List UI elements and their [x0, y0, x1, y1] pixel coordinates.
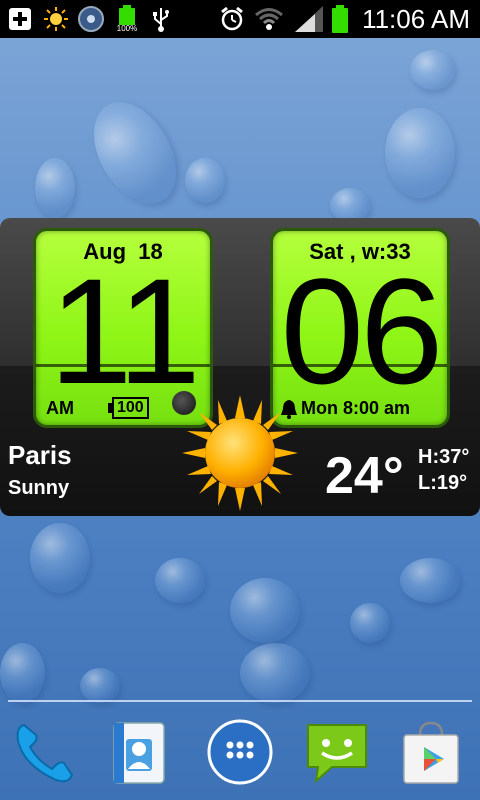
battery-level-label: 100 — [112, 397, 149, 419]
media-icon — [76, 5, 106, 33]
city-label: Paris — [8, 440, 72, 470]
battery-percent-label: 100% — [116, 24, 138, 33]
temperature-label: 24° — [325, 447, 404, 505]
flip-divider — [36, 364, 210, 367]
plus-notification-icon — [6, 5, 34, 33]
play-store-icon[interactable] — [394, 715, 468, 789]
sun-icon — [180, 393, 300, 513]
hour-digits: 11 — [49, 247, 201, 415]
flip-divider — [273, 364, 447, 367]
status-bar: 100% 11:06 AM — [0, 0, 480, 38]
low-temp-label: L:19° — [418, 472, 468, 494]
ampm-label: AM — [46, 398, 74, 418]
sun-notification-icon — [42, 5, 70, 33]
minute-digits: 06 — [280, 247, 444, 415]
alarm-label: Mon 8:00 am — [301, 398, 411, 418]
battery-full-icon: 100% — [112, 5, 142, 33]
status-time: 11:06 AM — [362, 4, 470, 34]
alarm-icon — [218, 5, 246, 33]
app-drawer-icon[interactable] — [203, 715, 277, 789]
contacts-icon[interactable] — [102, 715, 176, 789]
phone-icon[interactable] — [8, 715, 82, 789]
messaging-icon[interactable] — [300, 715, 374, 789]
dock-divider — [8, 700, 472, 702]
wifi-icon — [254, 5, 284, 33]
condition-label: Sunny — [8, 477, 70, 499]
battery-icon — [330, 5, 350, 33]
signal-icon — [292, 5, 326, 33]
high-temp-label: H:37° — [418, 446, 470, 468]
clock-weather-widget[interactable]: Aug 18 11 AM 100 Sat , w:33 06 Mon 8:00 … — [0, 218, 480, 516]
usb-icon — [148, 5, 174, 33]
widget-battery: 100 — [108, 397, 149, 419]
